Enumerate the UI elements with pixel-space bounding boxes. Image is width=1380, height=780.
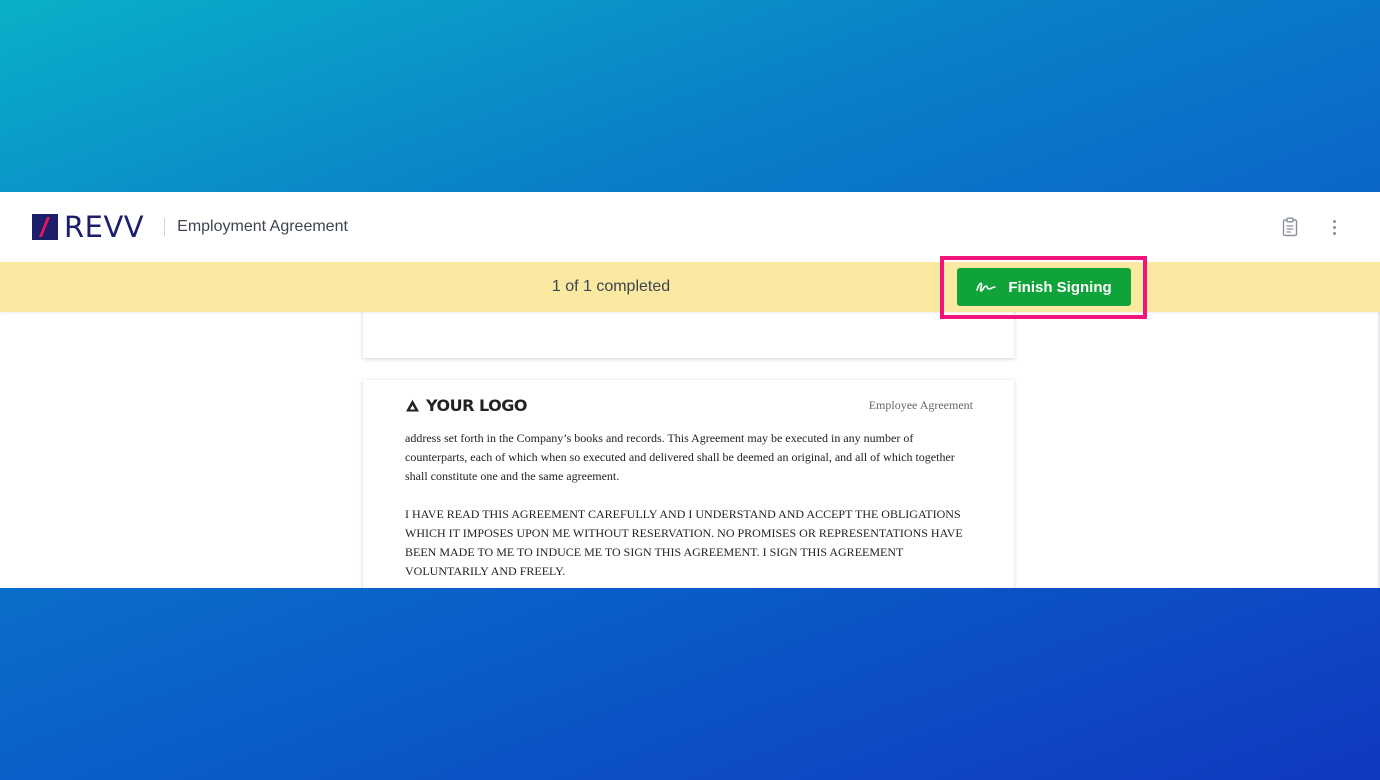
page-header: YOUR LOGO Employee Agreement	[405, 396, 973, 415]
title-divider	[164, 218, 166, 236]
agreement-paragraph: address set forth in the Company’s books…	[405, 431, 955, 483]
revv-logo[interactable]: REVV	[32, 210, 144, 244]
signing-status-bar: 1 of 1 completed	[0, 262, 1380, 312]
revv-logo-mark-icon	[32, 214, 58, 240]
app-window: REVV Employment Agreement 1 of 1 complet…	[0, 192, 1380, 588]
logo-placeholder-icon	[406, 399, 419, 411]
more-options-button[interactable]	[1320, 213, 1348, 241]
signature-icon	[976, 282, 997, 292]
page-logo: YOUR LOGO	[405, 396, 527, 415]
brand-name: REVV	[64, 210, 145, 244]
clipboard-button[interactable]	[1276, 213, 1304, 241]
top-bar: REVV Employment Agreement	[0, 192, 1380, 262]
agreement-paragraph: I HAVE READ THIS AGREEMENT CAREFULLY AND…	[405, 507, 963, 578]
document-title: Employment Agreement	[177, 218, 348, 235]
finish-signing-button[interactable]: Finish Signing	[957, 268, 1131, 306]
logo-text: YOUR LOGO	[426, 396, 527, 415]
page-header-label: Employee Agreement	[868, 398, 973, 412]
clipboard-icon	[1282, 217, 1298, 237]
document-viewer[interactable]: YOUR LOGO Employee Agreement address set…	[0, 302, 1380, 588]
finish-signing-label: Finish Signing	[1008, 278, 1112, 296]
document-page: YOUR LOGO Employee Agreement address set…	[363, 380, 1014, 588]
more-vertical-icon	[1332, 219, 1336, 235]
